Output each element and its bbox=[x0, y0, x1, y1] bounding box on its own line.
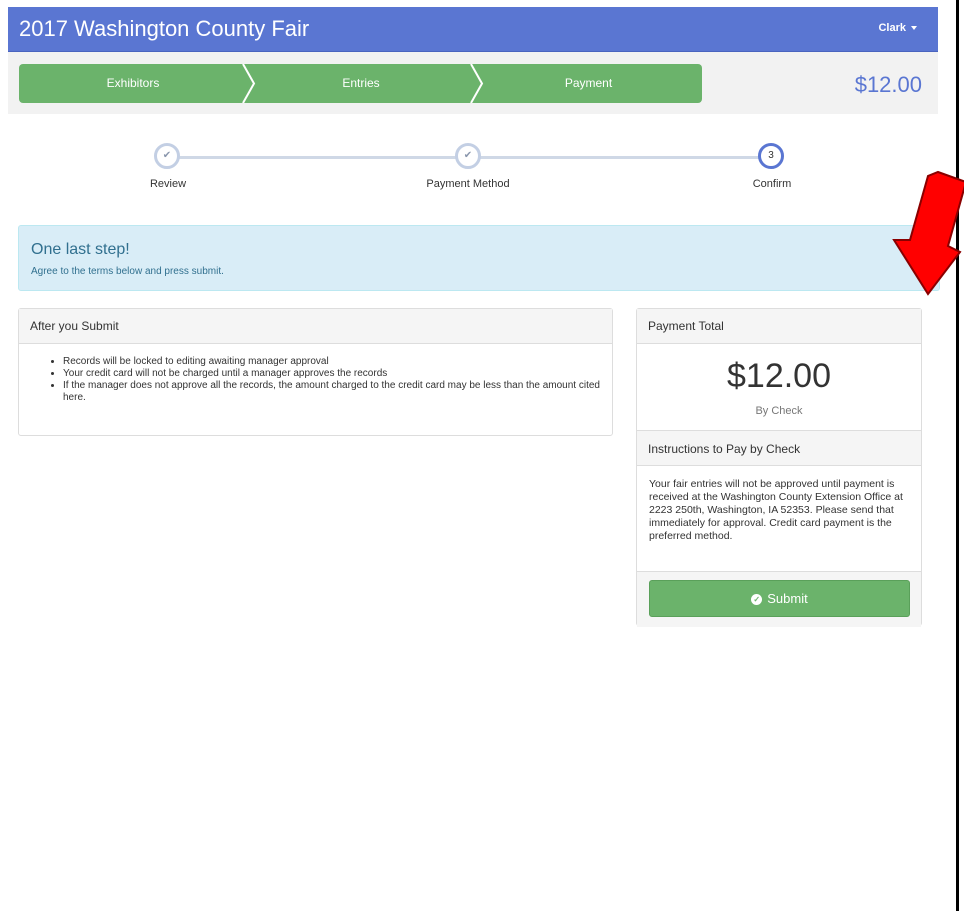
payment-method: By Check bbox=[755, 405, 803, 417]
payment-total-heading: Payment Total bbox=[637, 309, 921, 344]
list-item: If the manager does not approve all the … bbox=[63, 380, 612, 404]
step-payment-method-check-icon: ✔ bbox=[455, 143, 481, 169]
info-alert: One last step! Agree to the terms below … bbox=[18, 225, 940, 291]
after-submit-list: Records will be locked to editing awaiti… bbox=[19, 356, 612, 404]
alert-text: Agree to the terms below and press submi… bbox=[31, 266, 224, 277]
list-item: Your credit card will not be charged unt… bbox=[63, 368, 612, 380]
frame-border bbox=[956, 0, 959, 911]
submit-label: Submit bbox=[767, 591, 808, 606]
user-name: Clark bbox=[878, 22, 906, 34]
step-label-payment-method: Payment Method bbox=[426, 178, 510, 190]
user-menu[interactable]: Clark bbox=[878, 22, 917, 34]
checkout-steps-bar: Exhibitors Entries Payment $12.00 bbox=[8, 52, 938, 114]
step-review-check-icon: ✔ bbox=[154, 143, 180, 169]
wizard-step-entries[interactable]: Entries bbox=[247, 64, 475, 103]
step-label-confirm: Confirm bbox=[752, 178, 792, 190]
red-arrow-icon bbox=[892, 170, 964, 296]
wizard-step-exhibitors[interactable]: Exhibitors bbox=[19, 64, 247, 103]
cart-total: $12.00 bbox=[854, 72, 922, 97]
chevron-separator-icon bbox=[470, 64, 484, 103]
check-circle-icon: ✓ bbox=[751, 594, 763, 606]
step-label-review: Review bbox=[149, 178, 187, 190]
submit-button[interactable]: ✓ Submit bbox=[649, 580, 910, 617]
payment-amount: $12.00 bbox=[727, 357, 831, 395]
wizard-steps: Exhibitors Entries Payment bbox=[19, 64, 702, 103]
wizard-step-payment[interactable]: Payment bbox=[475, 64, 702, 103]
navbar: 2017 Washington County Fair Clark bbox=[8, 7, 938, 52]
panel-footer: ✓ Submit bbox=[637, 571, 921, 627]
list-item: Records will be locked to editing awaiti… bbox=[63, 356, 612, 368]
check-instructions: Your fair entries will not be approved u… bbox=[649, 478, 903, 542]
after-submit-heading: After you Submit bbox=[19, 309, 612, 344]
instructions-heading: Instructions to Pay by Check bbox=[637, 430, 921, 466]
chevron-separator-icon bbox=[242, 64, 256, 103]
step-confirm-number: 3 bbox=[758, 143, 784, 169]
caret-down-icon bbox=[911, 26, 917, 31]
payment-total-panel: Payment Total $12.00 By Check Instructio… bbox=[636, 308, 922, 627]
app-title[interactable]: 2017 Washington County Fair bbox=[19, 16, 309, 42]
after-submit-panel: After you Submit Records will be locked … bbox=[18, 308, 613, 436]
alert-title: One last step! bbox=[31, 241, 130, 258]
